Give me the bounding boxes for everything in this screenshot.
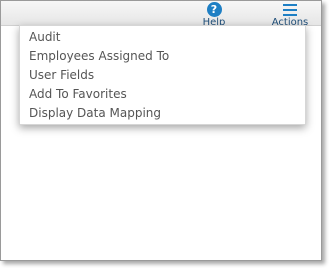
hamburger-menu-icon [283,2,297,17]
menu-item-employees-assigned-to[interactable]: Employees Assigned To [20,47,305,66]
menu-item-add-to-favorites[interactable]: Add To Favorites [20,85,305,104]
menu-item-display-data-mapping[interactable]: Display Data Mapping [20,104,305,123]
question-circle-icon: ? [206,2,222,17]
menu-item-user-fields[interactable]: User Fields [20,66,305,85]
actions-dropdown-menu: Audit Employees Assigned To User Fields … [19,25,306,125]
toolbar: ? Help Actions [1,1,321,28]
dialog-frame: ? Help Actions Audit Employees Assigned … [0,0,322,261]
menu-item-audit[interactable]: Audit [20,28,305,47]
